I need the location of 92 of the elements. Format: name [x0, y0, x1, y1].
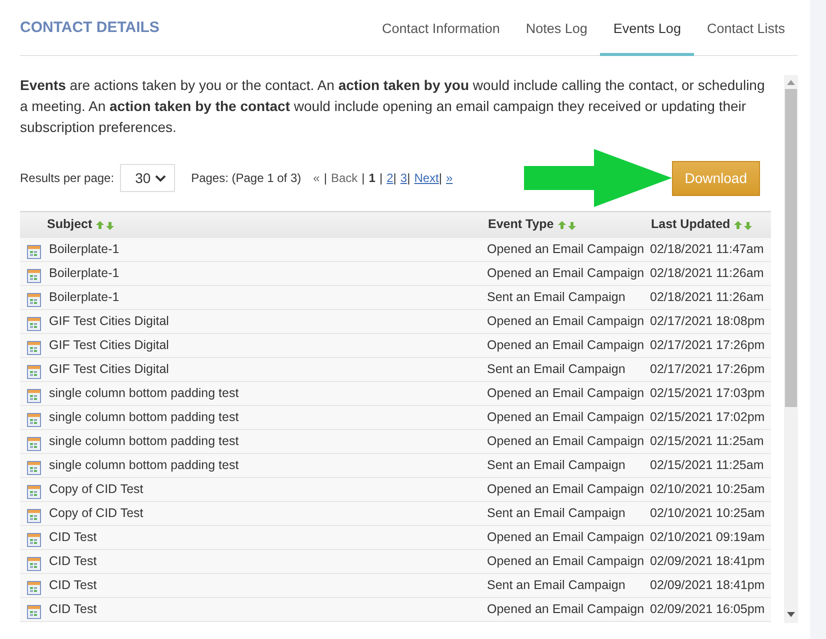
table-cell: Boilerplate-1 [49, 266, 120, 280]
table-cell: Opened an Email Campaign [487, 386, 644, 400]
table-cell: CID Test [49, 578, 97, 592]
pager-separator: | [393, 170, 396, 187]
table-cell: GIF Test Cities Digital [49, 314, 169, 328]
results-per-page-select[interactable]: 30 [120, 164, 176, 192]
column-header[interactable]: Subject [47, 217, 92, 232]
tab[interactable]: Notes Log [512, 18, 600, 56]
table-cell: 02/17/2021 18:08pm [650, 314, 765, 328]
table-cell: CID Test [49, 530, 97, 544]
table-cell: Opened an Email Campaign [487, 530, 644, 544]
pager-link[interactable]: 2 [386, 169, 394, 187]
table-cell: Copy of CID Test [49, 482, 144, 496]
table-cell: Boilerplate-1 [49, 242, 120, 256]
event-icon [27, 412, 41, 427]
table-cell: Opened an Email Campaign [487, 434, 644, 448]
table-cell: 02/10/2021 10:25am [650, 506, 765, 520]
pager-separator: | [438, 170, 442, 187]
pager-link[interactable]: 3 [400, 169, 408, 187]
table-cell: single column bottom padding test [49, 434, 239, 448]
scroll-up-icon[interactable] [787, 80, 795, 85]
table-cell: Opened an Email Campaign [487, 410, 644, 424]
table-cell: Sent an Email Campaign [487, 578, 626, 592]
event-icon [27, 556, 41, 571]
pager-link[interactable]: » [446, 169, 453, 187]
table-cell: 02/09/2021 16:05pm [650, 602, 765, 616]
table-cell: GIF Test Cities Digital [49, 338, 169, 352]
table-cell: 02/09/2021 18:41pm [650, 578, 765, 592]
table-cell: CID Test [49, 602, 97, 616]
table-cell: Sent an Email Campaign [487, 458, 626, 472]
table-cell: 02/15/2021 11:25am [650, 458, 764, 472]
table-cell: Opened an Email Campaign [487, 266, 644, 280]
event-icon [27, 484, 41, 499]
table-cell: 02/17/2021 17:26pm [650, 338, 765, 352]
table-cell: 02/15/2021 17:02pm [650, 410, 765, 424]
table-cell: 02/17/2021 17:26pm [650, 362, 765, 376]
table-cell: 02/18/2021 11:26am [650, 266, 764, 280]
event-icon [27, 244, 41, 259]
sort-arrows-icon[interactable] [734, 220, 752, 230]
chevron-down-icon[interactable] [155, 174, 166, 182]
table-cell: Opened an Email Campaign [487, 554, 644, 568]
tab[interactable]: Events Log [600, 18, 694, 56]
table-cell: Opened an Email Campaign [487, 482, 644, 496]
table-cell: CID Test [49, 554, 97, 568]
event-icon [27, 508, 41, 523]
event-icon [27, 460, 41, 475]
table-cell: Opened an Email Campaign [487, 242, 644, 256]
tab[interactable]: Contact Information [369, 18, 513, 56]
table-cell: GIF Test Cities Digital [49, 362, 169, 376]
table-cell: Sent an Email Campaign [487, 290, 626, 304]
table-cell: Sent an Email Campaign [487, 506, 626, 520]
table-cell: single column bottom padding test [49, 386, 239, 400]
pages-label: Pages: (Page 1 of 3) [191, 170, 302, 187]
table-cell: 02/15/2021 17:03pm [650, 386, 765, 400]
table-cell: 02/18/2021 11:26am [650, 290, 764, 304]
table-cell: Opened an Email Campaign [487, 314, 644, 328]
sort-arrows-icon[interactable] [96, 220, 114, 230]
scrollbar[interactable] [784, 75, 798, 623]
event-icon [27, 316, 41, 331]
event-icon [27, 580, 41, 595]
event-icon [27, 268, 41, 283]
table-cell: single column bottom padding test [49, 458, 239, 472]
event-icon [27, 364, 41, 379]
event-icon [27, 388, 41, 403]
pager-link[interactable]: Next [414, 169, 439, 187]
tab[interactable]: Contact Lists [694, 18, 798, 56]
pager-separator: | [407, 170, 410, 187]
page-title: CONTACT DETAILS [20, 18, 160, 38]
pager-separator: | [324, 170, 327, 187]
event-icon [27, 436, 41, 451]
table-cell: Copy of CID Test [49, 506, 144, 520]
table-cell: Opened an Email Campaign [487, 602, 644, 616]
table-cell: 02/18/2021 11:47am [650, 242, 764, 256]
table-cell: 02/15/2021 11:25am [650, 434, 764, 448]
results-per-page-label: Results per page: [20, 170, 114, 187]
event-icon [27, 604, 41, 619]
event-icon [27, 340, 41, 355]
table-cell: single column bottom padding test [49, 410, 239, 424]
sort-arrows-icon[interactable] [558, 220, 576, 230]
event-icon [27, 292, 41, 307]
scroll-down-icon[interactable] [787, 612, 795, 617]
current-page: 1 [368, 170, 376, 187]
table-cell: 02/10/2021 10:25am [650, 482, 765, 496]
pager-separator: | [362, 170, 365, 187]
table-cell: Boilerplate-1 [49, 290, 120, 304]
event-icon [27, 532, 41, 547]
description-text: Events are actions taken by you or the contact. An action taken by you would include calling the contact, or scheduling a meeting. An action taken by the contact would include opening an email campaign they received or updating their subscription preferences. [20, 76, 766, 137]
table-cell: 02/10/2021 09:19am [650, 530, 765, 544]
table-cell: Sent an Email Campaign [487, 362, 626, 376]
table-cell: Opened an Email Campaign [487, 338, 644, 352]
pager-separator: | [379, 170, 383, 187]
table-cell: 02/09/2021 18:41pm [650, 554, 765, 568]
